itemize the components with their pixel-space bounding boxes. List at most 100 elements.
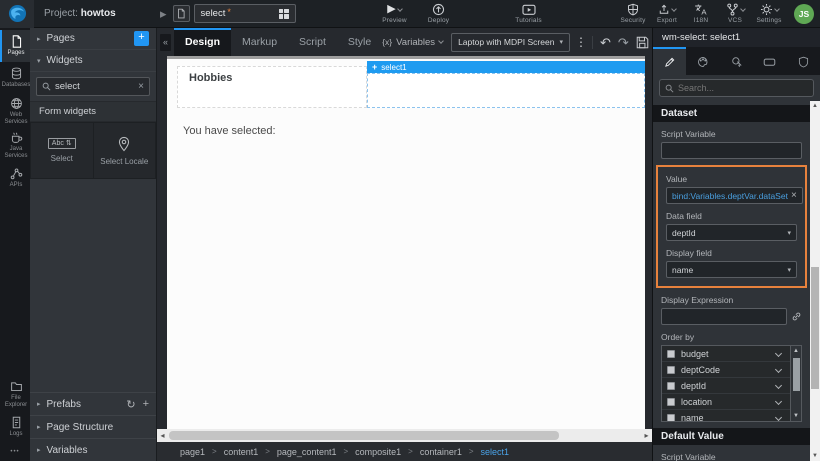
rail-item-databases[interactable]: Databases <box>0 62 30 94</box>
tab-device[interactable] <box>753 47 786 75</box>
rail-item-web-services[interactable]: Web Services <box>0 94 30 128</box>
vertical-scroll-thumb[interactable] <box>811 267 819 389</box>
scroll-up-icon[interactable]: ▲ <box>812 101 818 111</box>
data-field-select[interactable]: deptId ▾ <box>666 224 797 241</box>
breadcrumb-page-content1[interactable]: page_content1 <box>277 447 337 457</box>
order-by-option-name[interactable]: name <box>662 410 790 422</box>
checkbox[interactable] <box>667 366 675 374</box>
vcs-button[interactable]: VCS <box>718 0 752 28</box>
user-avatar[interactable]: JS <box>794 4 814 24</box>
widget-card-select[interactable]: Abc⇅ Select <box>31 123 93 178</box>
tab-security[interactable] <box>787 47 820 75</box>
chevron-down-icon[interactable] <box>775 414 782 421</box>
page-structure-accordion[interactable]: ▸ Page Structure <box>30 415 156 438</box>
widgets-accordion[interactable]: ▾ Widgets <box>30 50 156 72</box>
rail-item-logs[interactable]: Logs <box>0 411 30 443</box>
page-tab-select[interactable]: select * <box>194 4 296 23</box>
tab-markup[interactable]: Markup <box>231 28 288 56</box>
add-prefab-icon[interactable]: + <box>143 398 149 411</box>
checkbox[interactable] <box>667 414 675 422</box>
tab-style[interactable]: Style <box>337 28 382 56</box>
redo-icon[interactable]: ↷ <box>618 36 629 49</box>
scroll-left-icon[interactable]: ◂ <box>157 431 168 440</box>
select1-dropdown[interactable] <box>367 73 645 108</box>
order-by-option-deptId[interactable]: deptId <box>662 378 790 394</box>
device-selector[interactable]: Laptop with MDPI Screen ▾ <box>451 33 570 52</box>
chevron-down-icon[interactable] <box>775 398 782 405</box>
rail-item-pages[interactable]: Pages <box>0 30 30 62</box>
order-by-option-location[interactable]: location <box>662 394 790 410</box>
value-binding-input[interactable]: bind:Variables.deptVar.dataSet × <box>666 187 803 204</box>
export-button[interactable]: Export <box>650 0 684 28</box>
dashboard-grid-icon[interactable] <box>279 9 289 19</box>
order-by-option-deptCode[interactable]: deptCode <box>662 362 790 378</box>
breadcrumb-composite1[interactable]: composite1 <box>355 447 401 457</box>
i18n-button[interactable]: A I18N <box>684 0 718 28</box>
scroll-down-icon[interactable]: ▼ <box>812 451 818 461</box>
tab-properties[interactable] <box>653 47 686 75</box>
save-icon[interactable] <box>636 36 649 49</box>
breadcrumb-select1[interactable]: select1 <box>481 447 510 457</box>
undo-icon[interactable]: ↶ <box>600 36 611 49</box>
default-value-section-header[interactable]: Default Value <box>653 428 810 445</box>
tutorials-button[interactable]: Tutorials <box>512 0 546 28</box>
page-file-icon[interactable] <box>173 5 190 22</box>
rail-more-icon[interactable]: ••• <box>0 443 30 461</box>
clear-search-icon[interactable]: × <box>138 81 144 92</box>
display-expression-input[interactable] <box>661 308 787 325</box>
dataset-section-header[interactable]: Dataset <box>653 105 810 122</box>
preview-button[interactable]: ▶ Preview <box>378 0 412 28</box>
order-by-scroll-thumb[interactable] <box>793 358 800 391</box>
tab-events[interactable] <box>720 47 753 75</box>
order-by-option-budget[interactable]: budget <box>662 346 790 362</box>
rail-item-apis[interactable]: APIs <box>0 162 30 194</box>
horizontal-scroll-thumb[interactable] <box>169 431 559 440</box>
properties-search-input[interactable] <box>678 83 808 93</box>
tab-styles[interactable] <box>686 47 719 75</box>
widget-card-select-locale[interactable]: Select Locale <box>94 123 156 178</box>
variables-accordion[interactable]: ▸ Variables <box>30 438 156 461</box>
collapse-left-panel-button[interactable]: « <box>160 34 171 51</box>
chevron-down-icon[interactable] <box>775 366 782 373</box>
breadcrumb-container1[interactable]: container1 <box>420 447 462 457</box>
app-logo[interactable] <box>0 0 34 28</box>
label-widget-hobbies[interactable]: Hobbies <box>177 66 367 108</box>
chevron-right-icon: ▸ <box>37 446 41 454</box>
rail-item-java-services[interactable]: Java Services <box>0 128 30 162</box>
pages-accordion[interactable]: ▸ Pages + <box>30 28 156 50</box>
widget-selection-bar[interactable]: + select1 <box>367 61 645 73</box>
add-page-button[interactable]: + <box>134 31 149 46</box>
scroll-down-icon[interactable]: ▼ <box>793 411 799 421</box>
unsaved-marker: * <box>227 7 231 17</box>
variables-dropdown[interactable]: {x} Variables <box>382 37 443 48</box>
bind-link-icon[interactable] <box>791 311 802 322</box>
order-by-scrollbar[interactable]: ▲ ▼ <box>790 346 801 421</box>
tab-script[interactable]: Script <box>288 28 337 56</box>
refresh-prefabs-icon[interactable]: ↻ <box>126 398 135 411</box>
rail-item-file-explorer[interactable]: File Explorer <box>0 377 30 411</box>
checkbox[interactable] <box>667 350 675 358</box>
security-button[interactable]: Security <box>616 0 650 28</box>
prefabs-accordion[interactable]: ▸ Prefabs ↻ + <box>30 392 156 415</box>
display-field-select[interactable]: name ▾ <box>666 261 797 278</box>
properties-vertical-scrollbar[interactable]: ▲ ▼ <box>810 101 820 461</box>
chevron-down-icon[interactable] <box>775 382 782 389</box>
chevron-down-icon[interactable] <box>775 350 782 357</box>
scroll-up-icon[interactable]: ▲ <box>793 346 799 356</box>
breadcrumb-page1[interactable]: page1 <box>180 447 205 457</box>
breadcrumb-content1[interactable]: content1 <box>224 447 259 457</box>
script-variable-input[interactable] <box>661 142 802 159</box>
select-widget-icon: Abc⇅ <box>48 138 76 149</box>
deploy-button[interactable]: Deploy <box>422 0 456 28</box>
checkbox[interactable] <box>667 398 675 406</box>
clear-binding-icon[interactable]: × <box>791 190 797 201</box>
settings-button[interactable]: Settings <box>752 0 786 28</box>
widget-search-input[interactable] <box>55 81 134 92</box>
select1-widget[interactable]: + select1 <box>367 61 645 108</box>
more-options-icon[interactable]: ⋮ <box>575 35 587 49</box>
page-canvas[interactable]: Hobbies + select1 You have selected: <box>167 56 645 429</box>
canvas-horizontal-scrollbar[interactable]: ◂ ▸ <box>157 429 652 442</box>
scroll-right-icon[interactable]: ▸ <box>641 431 652 440</box>
tab-design[interactable]: Design <box>174 28 231 56</box>
checkbox[interactable] <box>667 382 675 390</box>
